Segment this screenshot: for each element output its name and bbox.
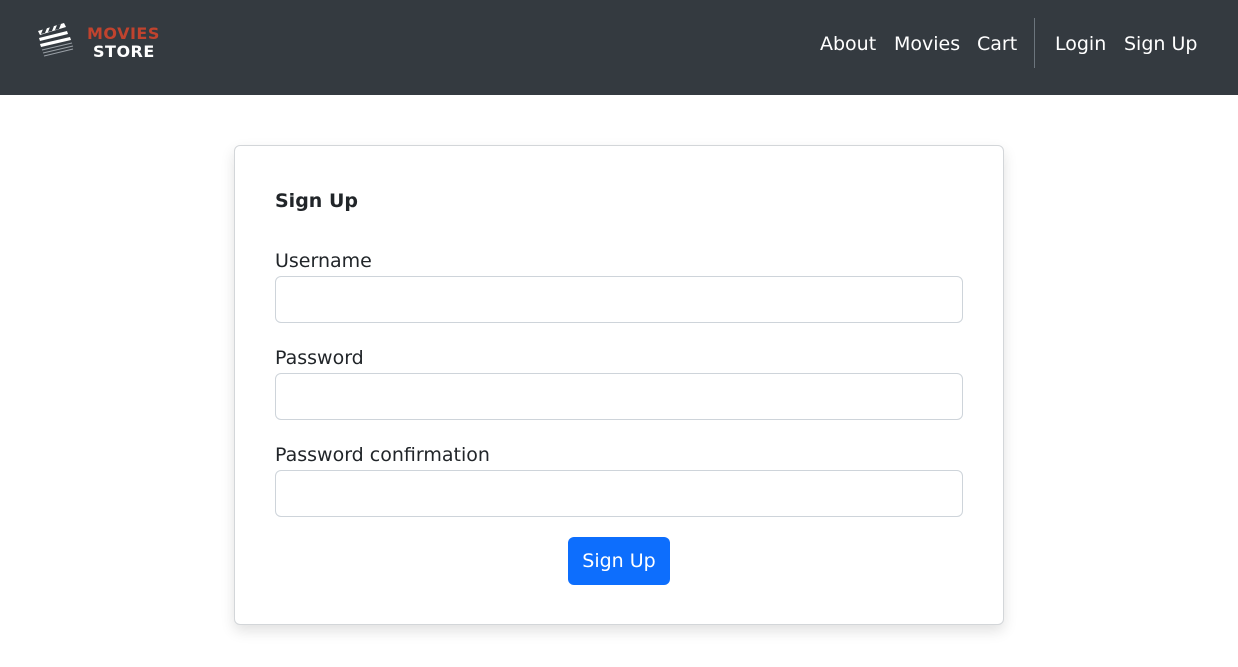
nav-link-movies[interactable]: Movies: [894, 31, 960, 57]
password-confirmation-input[interactable]: [275, 470, 963, 517]
brand-title-movies: MOVIES: [87, 24, 160, 43]
nav-link-login[interactable]: Login: [1055, 31, 1106, 57]
brand-title-store: STORE: [93, 42, 155, 61]
clapperboard-icon: [38, 23, 74, 57]
username-label: Username: [275, 250, 372, 272]
top-navbar: MOVIES STORE About Movies Cart Login Sig…: [0, 0, 1238, 95]
nav-link-signup[interactable]: Sign Up: [1124, 31, 1197, 57]
brand-logo-link[interactable]: MOVIES STORE: [34, 19, 174, 63]
nav-link-cart[interactable]: Cart: [977, 31, 1017, 57]
form-title: Sign Up: [275, 190, 358, 212]
nav-link-about[interactable]: About: [820, 31, 876, 57]
password-label: Password: [275, 347, 364, 369]
signup-submit-button[interactable]: Sign Up: [568, 537, 670, 585]
signup-form-card: Sign Up Username Password Password confi…: [234, 145, 1004, 625]
nav-divider: [1034, 18, 1035, 68]
username-input[interactable]: [275, 276, 963, 323]
password-confirmation-label: Password confirmation: [275, 444, 490, 466]
password-input[interactable]: [275, 373, 963, 420]
